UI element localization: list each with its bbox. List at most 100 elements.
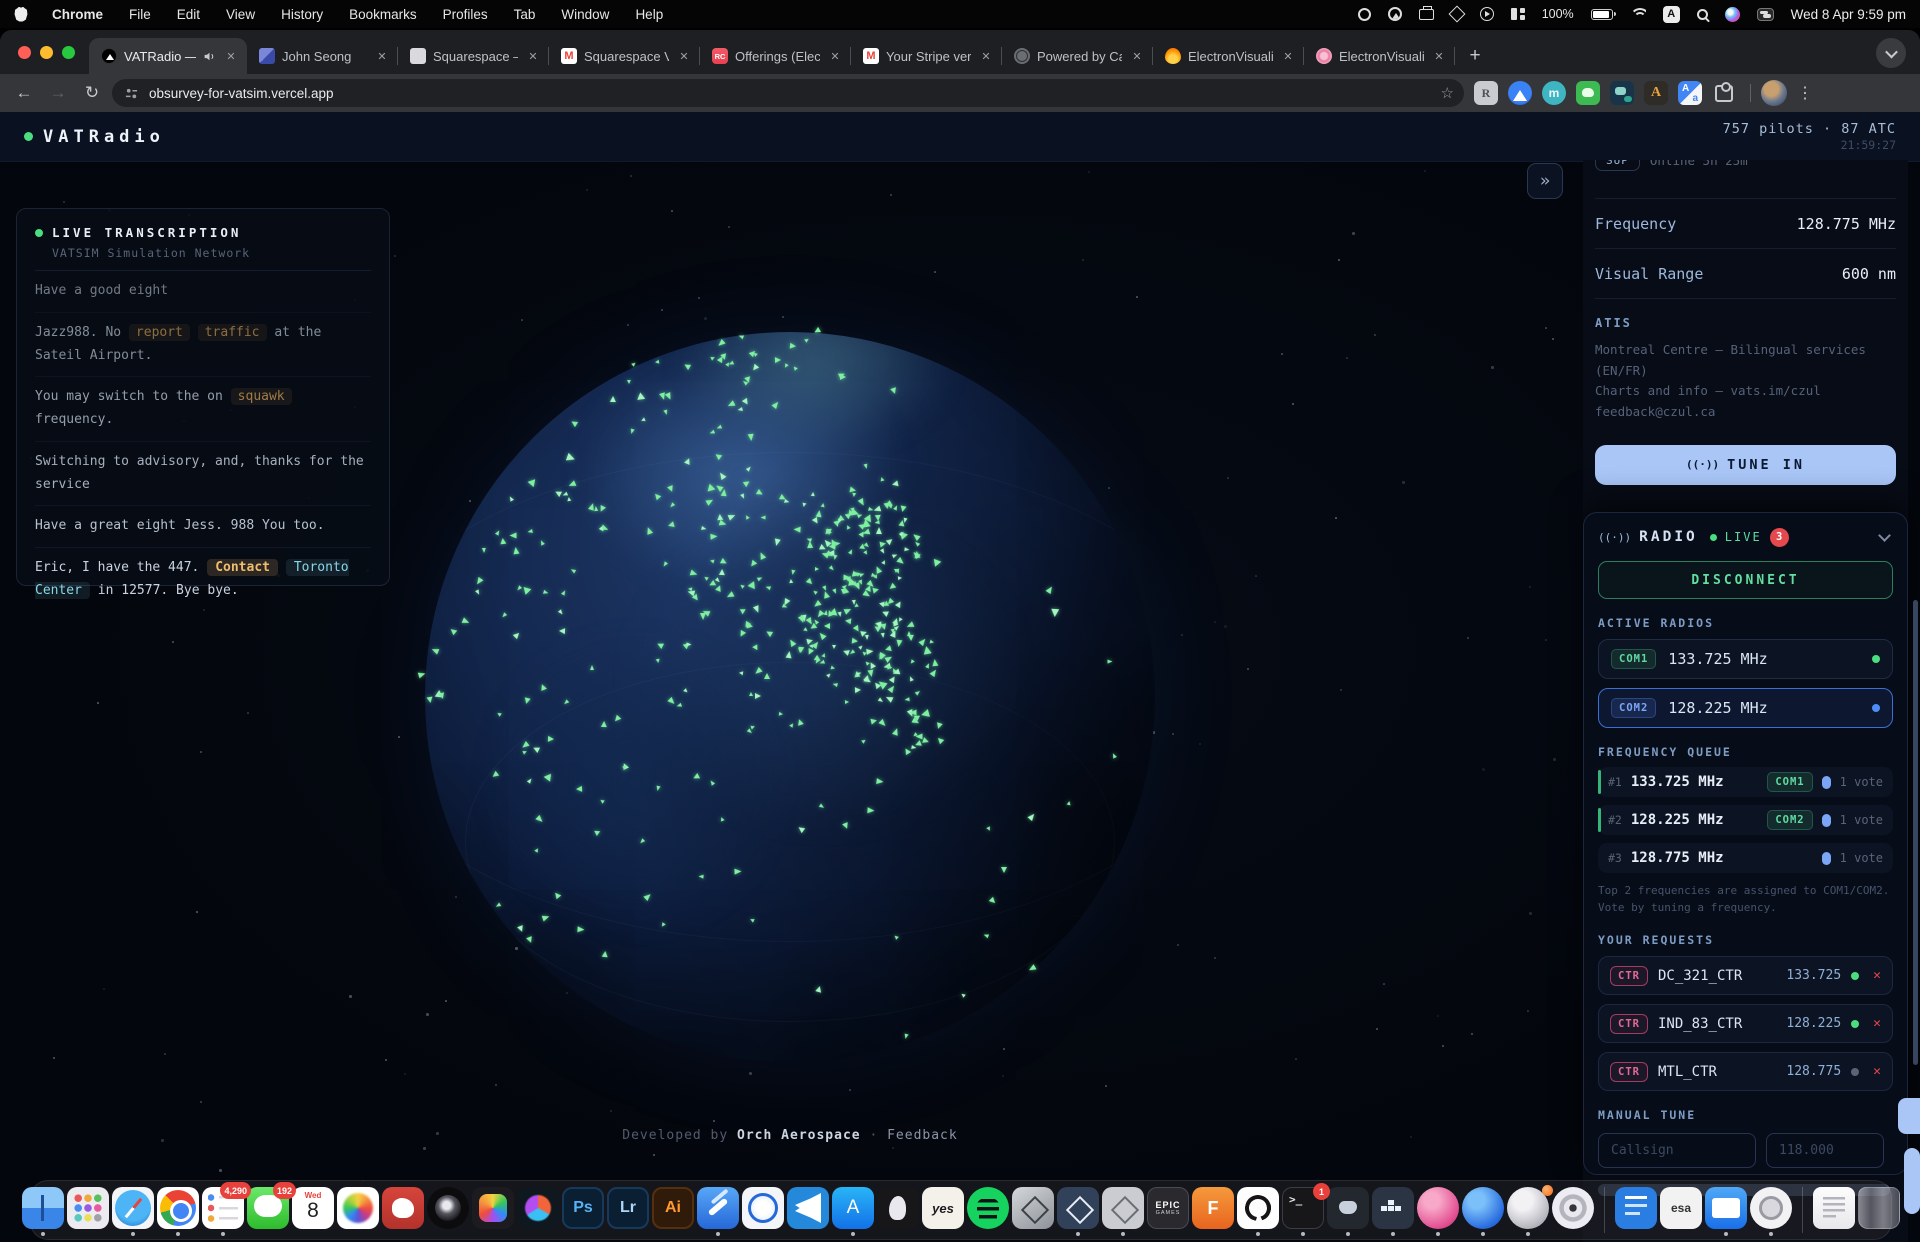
request-row[interactable]: CTRDC_321_CTR133.725✕ bbox=[1598, 956, 1893, 995]
dock-item-vscode[interactable] bbox=[787, 1184, 829, 1236]
browser-tab[interactable]: ElectronVisualize✕ bbox=[1153, 38, 1304, 74]
menu-edit[interactable]: Edit bbox=[177, 7, 200, 22]
new-tab-button[interactable]: + bbox=[1461, 42, 1489, 70]
dock-item-finder[interactable] bbox=[22, 1184, 64, 1236]
queue-row[interactable]: #2128.225 MHzCOM21 vote bbox=[1598, 805, 1893, 835]
dock-item-davinci-resolve[interactable] bbox=[517, 1184, 559, 1236]
dock-item-dark-utility-app[interactable] bbox=[1327, 1184, 1369, 1236]
nordvpn-menubar-icon[interactable] bbox=[1388, 7, 1402, 21]
dock-item-terminal[interactable]: >_1 bbox=[1282, 1184, 1324, 1236]
dock-item-photoshop[interactable]: Ps bbox=[562, 1184, 604, 1236]
remove-request-button[interactable]: ✕ bbox=[1873, 1064, 1881, 1079]
tab-close-icon[interactable]: ✕ bbox=[374, 48, 390, 64]
page-scrollbar-thumb[interactable] bbox=[1904, 1148, 1920, 1214]
frequency-input[interactable] bbox=[1766, 1133, 1884, 1168]
remove-request-button[interactable]: ✕ bbox=[1873, 968, 1881, 983]
zoom-window-button[interactable] bbox=[62, 46, 75, 59]
tab-close-icon[interactable]: ✕ bbox=[1431, 48, 1447, 64]
request-row[interactable]: CTRIND_83_CTR128.225✕ bbox=[1598, 1004, 1893, 1043]
dock-item-notes-app[interactable] bbox=[1615, 1184, 1657, 1236]
evernote-extension[interactable] bbox=[1576, 81, 1600, 105]
dock-item-camera-lens-app[interactable] bbox=[427, 1184, 469, 1236]
menu-file[interactable]: File bbox=[129, 7, 151, 22]
forward-button[interactable]: → bbox=[44, 79, 72, 107]
dock-item-fusion-360[interactable]: F bbox=[1192, 1184, 1234, 1236]
active-radio-row[interactable]: COM1133.725 MHz bbox=[1598, 639, 1893, 679]
wifi-icon[interactable] bbox=[1630, 8, 1646, 20]
disconnect-button[interactable]: DISCONNECT bbox=[1598, 561, 1893, 599]
dock-item-launchpad[interactable] bbox=[67, 1184, 109, 1236]
url-text[interactable]: obsurvey-for-vatsim.vercel.app bbox=[149, 86, 1431, 101]
dock-item-calendar[interactable]: Wed8 bbox=[292, 1184, 334, 1236]
request-row[interactable]: CTRMTL_CTR128.775✕ bbox=[1598, 1052, 1893, 1091]
extensions-menu[interactable] bbox=[1712, 81, 1736, 105]
bookmark-star-icon[interactable]: ☆ bbox=[1441, 84, 1454, 102]
tune-in-button[interactable]: ((·)) TUNE IN bbox=[1595, 445, 1896, 485]
dock-item-pink-circle-app[interactable] bbox=[1417, 1184, 1459, 1236]
browser-tab[interactable]: ElectronVisualize✕ bbox=[1304, 38, 1455, 74]
tab-close-icon[interactable]: ✕ bbox=[525, 48, 541, 64]
tab-close-icon[interactable]: ✕ bbox=[978, 48, 994, 64]
r-extension[interactable]: R bbox=[1474, 81, 1498, 105]
tab-close-icon[interactable]: ✕ bbox=[827, 48, 843, 64]
control-center-icon[interactable] bbox=[1757, 8, 1774, 21]
dock-item-epic-games[interactable]: EPICGAMES bbox=[1147, 1184, 1189, 1236]
dock-item-unity-editor[interactable] bbox=[1102, 1184, 1144, 1236]
browser-tab[interactable]: John Seong✕ bbox=[247, 38, 398, 74]
menubar-clock[interactable]: Wed 8 Apr 9:59 pm bbox=[1791, 7, 1906, 22]
close-window-button[interactable] bbox=[18, 46, 31, 59]
dock-item-white-circle-app[interactable] bbox=[1750, 1184, 1792, 1236]
dock-item-blue-circle-app[interactable] bbox=[1462, 1184, 1504, 1236]
menu-chrome[interactable]: Chrome bbox=[52, 7, 103, 22]
dock-item-esa-app[interactable]: esa bbox=[1660, 1184, 1702, 1236]
tab-close-icon[interactable]: ✕ bbox=[1129, 48, 1145, 64]
printer-menubar-icon[interactable] bbox=[1419, 9, 1434, 20]
tab-close-icon[interactable]: ✕ bbox=[676, 48, 692, 64]
browser-tab[interactable]: VATRadio — V✕ bbox=[89, 38, 247, 74]
back-button[interactable]: ← bbox=[10, 79, 38, 107]
dock-item-developer-tool[interactable] bbox=[697, 1184, 739, 1236]
dock-item-yes-clock[interactable]: yes bbox=[922, 1184, 964, 1236]
robot-extension[interactable] bbox=[1610, 81, 1634, 105]
queue-row[interactable]: #3128.775 MHz1 vote bbox=[1598, 843, 1893, 873]
dock-item-photos[interactable] bbox=[337, 1184, 379, 1236]
dock-item-app-store[interactable]: A bbox=[832, 1184, 874, 1236]
browser-tab[interactable]: Squarespace — L✕ bbox=[398, 38, 549, 74]
dock-item-illustrator[interactable]: Ai bbox=[652, 1184, 694, 1236]
browser-tab[interactable]: RCOfferings (Electro✕ bbox=[700, 38, 851, 74]
menu-window[interactable]: Window bbox=[561, 7, 609, 22]
dock-item-disc-app[interactable] bbox=[1552, 1184, 1594, 1236]
callsign-input[interactable] bbox=[1598, 1133, 1756, 1168]
site-settings-icon[interactable] bbox=[124, 86, 139, 101]
m-extension[interactable]: m bbox=[1542, 81, 1566, 105]
active-radio-row[interactable]: COM2128.225 MHz bbox=[1598, 688, 1893, 728]
tab-close-icon[interactable]: ✕ bbox=[223, 48, 239, 64]
browser-tab[interactable]: MYour Stripe verifi✕ bbox=[851, 38, 1002, 74]
a-extension[interactable]: A bbox=[1644, 81, 1668, 105]
dock-item-unity[interactable] bbox=[1012, 1184, 1054, 1236]
reload-button[interactable]: ↻ bbox=[78, 79, 106, 107]
dock-item-bear[interactable] bbox=[382, 1184, 424, 1236]
siri-icon[interactable] bbox=[1725, 7, 1740, 22]
tab-search-button[interactable] bbox=[1876, 38, 1906, 68]
minimize-window-button[interactable] bbox=[40, 46, 53, 59]
nordvpn-extension[interactable] bbox=[1508, 81, 1532, 105]
collapse-sidebar-button[interactable]: » bbox=[1527, 163, 1563, 199]
footer-brand-link[interactable]: Orch Aerospace bbox=[737, 1128, 861, 1143]
feedback-link[interactable]: Feedback bbox=[887, 1128, 958, 1143]
dock-item-xcode[interactable] bbox=[742, 1184, 784, 1236]
menu-help[interactable]: Help bbox=[635, 7, 663, 22]
translate-extension[interactable] bbox=[1678, 81, 1702, 105]
queue-row[interactable]: #1133.725 MHzCOM11 vote bbox=[1598, 767, 1893, 797]
dock-item-messages[interactable]: 192 bbox=[247, 1184, 289, 1236]
dock-item-silver-circle-app[interactable] bbox=[1507, 1184, 1549, 1236]
manual-tune-button-partial[interactable] bbox=[1898, 1098, 1920, 1134]
menu-tab[interactable]: Tab bbox=[514, 7, 536, 22]
dock-item-chatgpt[interactable] bbox=[1237, 1184, 1279, 1236]
battery-icon[interactable] bbox=[1591, 9, 1613, 20]
tab-close-icon[interactable]: ✕ bbox=[1280, 48, 1296, 64]
browser-menu-button[interactable]: ⋮ bbox=[1793, 83, 1817, 103]
dock-item-safari[interactable] bbox=[112, 1184, 154, 1236]
apple-menu-icon[interactable] bbox=[14, 7, 28, 22]
dock-item-spotify[interactable] bbox=[967, 1184, 1009, 1236]
